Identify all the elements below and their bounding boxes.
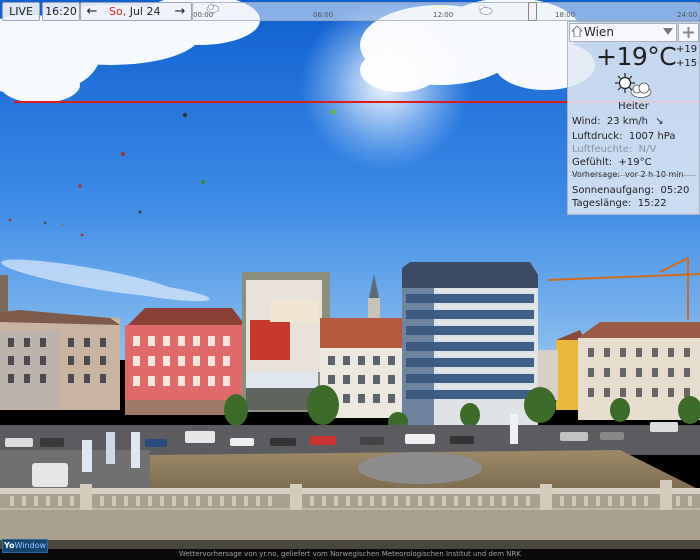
day-length-label: Tageslänge: [572,198,632,209]
advertising-column [82,440,92,472]
city-dropdown[interactable]: Wien [569,23,677,42]
sun-cloud-icon [615,73,652,98]
advertising-column-3 [131,432,140,468]
sunrise-value: 05:20 [660,185,690,196]
building-pink [125,308,245,415]
temperature-max: +19 [676,44,698,55]
arrow-left-icon[interactable]: ← [83,3,101,20]
current-time[interactable]: 16:20 [42,2,80,21]
panel-divider [571,175,696,176]
timeline-handle[interactable] [528,2,537,21]
chevron-down-icon [663,28,673,35]
pressure-row: Luftdruck: 1007 hPa [572,131,676,142]
office-tower [402,262,538,426]
pressure-label: Luftdruck: [572,131,623,142]
wind-value: 23 km/h [606,116,649,127]
timeline-label-1800: 18:00 [555,11,576,19]
weather-condition: Heiter [618,101,649,112]
live-button[interactable]: LIVE [2,2,40,21]
feels-like-label: Gefühlt: [572,157,613,168]
temperature-min: +15 [676,58,698,69]
city-name: Wien [584,25,614,39]
pressure-value: 1007 hPa [628,131,676,142]
advertising-column-2 [106,432,115,464]
timeline-slider[interactable]: 00:00 06:00 12:00 18:00 24:00 [192,2,700,21]
advertising-column-4 [510,414,518,444]
plaza-center [358,452,482,484]
sunrise-row: Sonnenaufgang: 05:20 [572,185,689,196]
wind-row: Wind: 23 km/h ↘ [572,116,664,127]
cloud-icon [206,4,220,14]
feels-like-value: +19°C [618,157,652,168]
add-city-button[interactable] [678,23,699,42]
logo-text-b: Window [14,541,47,550]
logo-text-a: Yo [3,541,15,550]
sunrise-label: Sonnenaufgang: [572,185,655,196]
building-left [0,310,120,410]
wind-label: Wind: [572,116,601,127]
humidity-row: Luftfeuchte: N/V [572,144,656,155]
plus-icon [683,27,694,38]
date-value: Jul 24 [126,5,161,18]
weather-panel: Wien +19°C +19 +15 Heiter Wind: 23 km/h … [567,21,700,215]
building-left-tower [0,275,8,315]
date-weekday: So, [109,5,127,18]
humidity-value: N/V [638,144,657,155]
timeline-label-2400: 24:00 [677,11,698,19]
home-icon [572,26,582,37]
feels-like-row: Gefühlt: +19°C [572,157,652,168]
humidity-label: Luftfeuchte: [572,144,633,155]
van [32,463,68,487]
current-temperature: +19°C [596,42,677,71]
day-length-row: Tageslänge: 15:22 [572,198,667,209]
timeline-label-0600: 06:00 [313,11,334,19]
arrow-right-icon[interactable]: → [171,3,189,20]
forecast-credit[interactable]: Wettervorhersage von yr.no, geliefert vo… [0,550,700,558]
top-toolbar: LIVE 16:20 ← So, Jul 24 → 00:00 06:00 12… [0,0,700,22]
cloud-sun-icon [478,4,493,15]
date-navigator: ← So, Jul 24 → [80,2,192,21]
date-label[interactable]: So, Jul 24 [109,3,160,20]
arrow-down-right-icon: ↘ [655,116,664,127]
timeline-label-1200: 12:00 [433,11,454,19]
day-length-value: 15:22 [637,198,667,209]
